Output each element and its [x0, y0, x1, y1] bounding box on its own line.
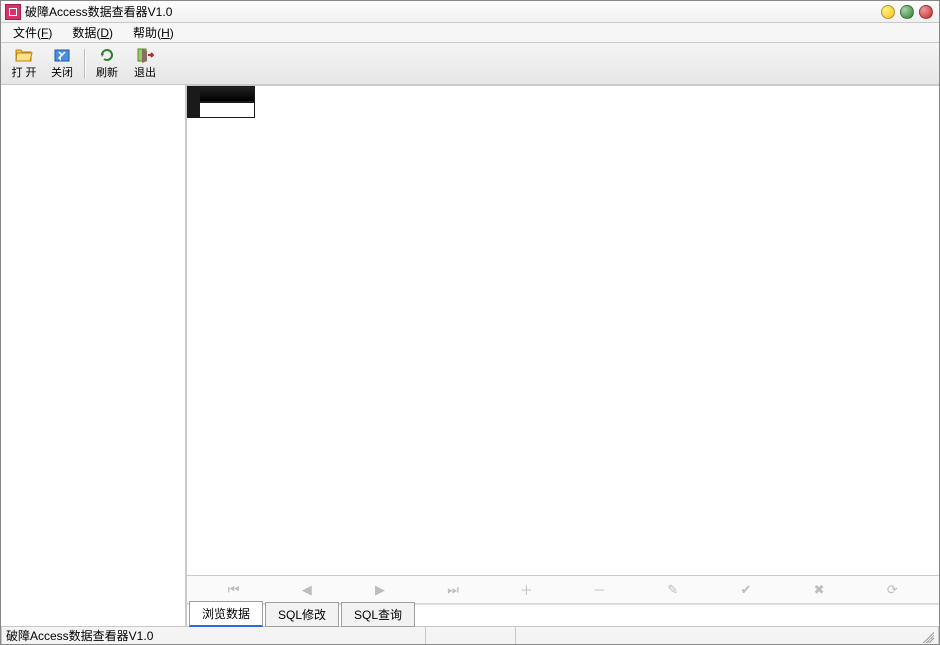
- refresh-button[interactable]: 刷新: [88, 45, 126, 82]
- menu-data[interactable]: 数据(D): [66, 22, 127, 43]
- main-area: ⏮ ◀ ▶ ⏭ ＋ － ✎ ✔ ✖ ⟳ 浏览数据 SQL修改 SQL查询: [1, 85, 939, 626]
- maximize-button[interactable]: [900, 5, 914, 19]
- app-icon: [5, 4, 21, 20]
- nav-prev-button[interactable]: ◀: [277, 582, 337, 598]
- record-navigator: ⏮ ◀ ▶ ⏭ ＋ － ✎ ✔ ✖ ⟳: [187, 576, 939, 604]
- close-label: 关闭: [51, 64, 73, 80]
- menu-data-key: D: [100, 26, 109, 40]
- content-panel: ⏮ ◀ ▶ ⏭ ＋ － ✎ ✔ ✖ ⟳ 浏览数据 SQL修改 SQL查询: [187, 85, 939, 626]
- minimize-button[interactable]: [881, 5, 895, 19]
- grid-column-header[interactable]: [199, 86, 255, 102]
- nav-cancel-button[interactable]: ✖: [789, 582, 849, 598]
- grid-cell[interactable]: [199, 102, 255, 118]
- close-button[interactable]: 关闭: [43, 45, 81, 82]
- toolbar: 打 开 关闭 刷新 退出: [1, 43, 939, 85]
- nav-first-button[interactable]: ⏮: [204, 582, 264, 598]
- menu-bar: 文件(F) 数据(D) 帮助(H): [1, 23, 939, 43]
- open-button[interactable]: 打 开: [5, 45, 43, 82]
- nav-next-button[interactable]: ▶: [350, 582, 410, 598]
- nav-delete-button[interactable]: －: [570, 580, 630, 599]
- window-title: 破障Access数据查看器V1.0: [25, 3, 881, 20]
- nav-add-button[interactable]: ＋: [496, 580, 556, 599]
- window-controls: [881, 5, 935, 19]
- grid-data-row[interactable]: [187, 102, 939, 118]
- menu-help-label: 帮助: [133, 26, 157, 40]
- grid-header-row: [187, 86, 939, 102]
- menu-file[interactable]: 文件(F): [7, 22, 66, 43]
- menu-file-label: 文件: [13, 26, 37, 40]
- menu-file-key: F: [41, 26, 48, 40]
- exit-label: 退出: [134, 64, 156, 80]
- tab-browse-data[interactable]: 浏览数据: [189, 601, 263, 627]
- bottom-tabs: 浏览数据 SQL修改 SQL查询: [187, 604, 939, 626]
- refresh-icon: [98, 47, 116, 63]
- status-bar: 破障Access数据查看器V1.0: [1, 626, 939, 644]
- folder-open-icon: [15, 47, 33, 63]
- tab-sql-query[interactable]: SQL查询: [341, 602, 415, 627]
- title-bar: 破障Access数据查看器V1.0: [1, 1, 939, 23]
- menu-help-key: H: [161, 26, 170, 40]
- tab-sql-modify[interactable]: SQL修改: [265, 602, 339, 627]
- nav-post-button[interactable]: ✔: [716, 582, 776, 598]
- nav-refresh-button[interactable]: ⟳: [862, 582, 922, 598]
- close-window-button[interactable]: [919, 5, 933, 19]
- menu-help[interactable]: 帮助(H): [127, 22, 188, 43]
- status-pane-2: [426, 627, 516, 644]
- refresh-label: 刷新: [96, 64, 118, 80]
- toolbar-separator: [84, 49, 85, 79]
- open-label: 打 开: [11, 64, 36, 80]
- exit-icon: [136, 47, 154, 63]
- nav-edit-button[interactable]: ✎: [643, 582, 703, 598]
- folder-close-icon: [53, 47, 71, 63]
- tree-panel[interactable]: [1, 85, 187, 626]
- grid-corner-cell: [187, 86, 199, 102]
- status-text: 破障Access数据查看器V1.0: [1, 627, 426, 644]
- nav-last-button[interactable]: ⏭: [423, 582, 483, 598]
- status-pane-3: [516, 627, 940, 644]
- menu-data-label: 数据: [72, 26, 96, 40]
- grid-row-indicator: [187, 102, 199, 118]
- resize-grip-icon[interactable]: [920, 629, 934, 643]
- exit-button[interactable]: 退出: [126, 45, 164, 82]
- data-grid[interactable]: [187, 86, 939, 576]
